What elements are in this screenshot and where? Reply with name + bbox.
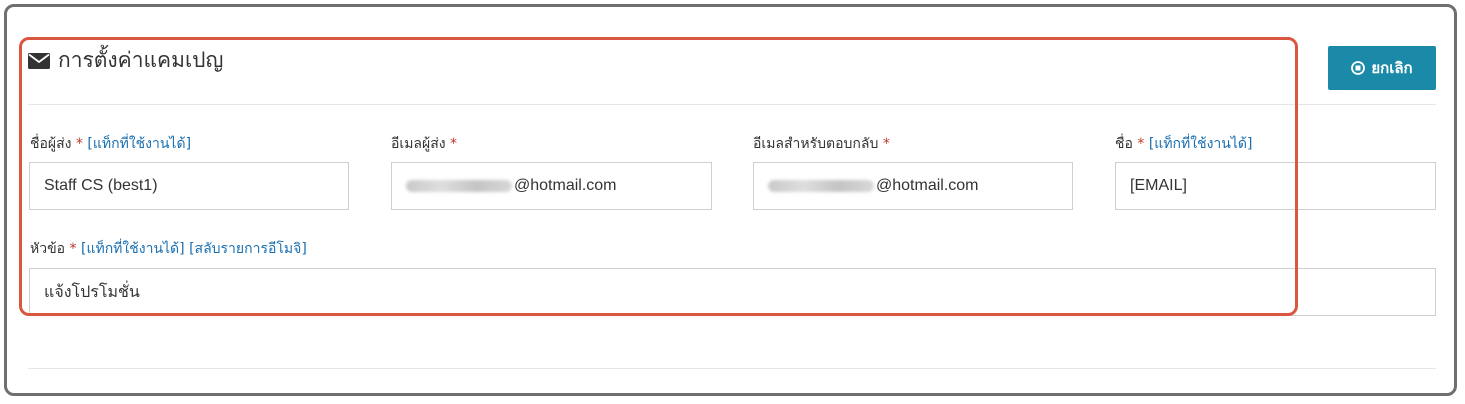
available-tags-link[interactable]: [แท็กที่ใช้งานได้] [1149,136,1253,152]
sender-name-input[interactable]: Staff CS (best1) [29,162,349,210]
stop-circle-icon [1351,61,1366,75]
subject-input[interactable]: แจ้งโปรโมชั่น [29,268,1436,316]
reply-email-label: อีเมลสำหรับตอบกลับ * [753,136,890,152]
reply-email-input[interactable]: @hotmail.com [753,162,1073,210]
cancel-button[interactable]: ยกเลิก [1328,46,1436,90]
emoji-list-toggle-link[interactable]: [สลับรายการอีโมจิ] [189,241,307,257]
page-title: การตั้งค่าแคมเปญ [58,48,224,72]
cancel-label: ยกเลิก [1371,59,1413,77]
sender-name-label: ชื่อผู้ส่ง * [แท็กที่ใช้งานได้] [30,136,192,152]
sender-email-label: อีเมลผู้ส่ง * [391,136,458,152]
subject-label: หัวข้อ * [แท็กที่ใช้งานได้] [สลับรายการอ… [30,241,307,257]
panel-header: การตั้งค่าแคมเปญ [28,44,223,77]
divider [28,104,1436,105]
divider [28,368,1436,369]
name-label: ชื่อ * [แท็กที่ใช้งานได้] [1115,136,1253,152]
envelope-icon [28,52,50,69]
sender-email-input[interactable]: @hotmail.com [391,162,712,210]
available-tags-link[interactable]: [แท็กที่ใช้งานได้] [81,241,185,257]
redacted-text [406,180,512,192]
name-input[interactable]: [EMAIL] [1115,162,1436,210]
available-tags-link[interactable]: [แท็กที่ใช้งานได้] [87,136,191,152]
redacted-text [768,180,874,192]
